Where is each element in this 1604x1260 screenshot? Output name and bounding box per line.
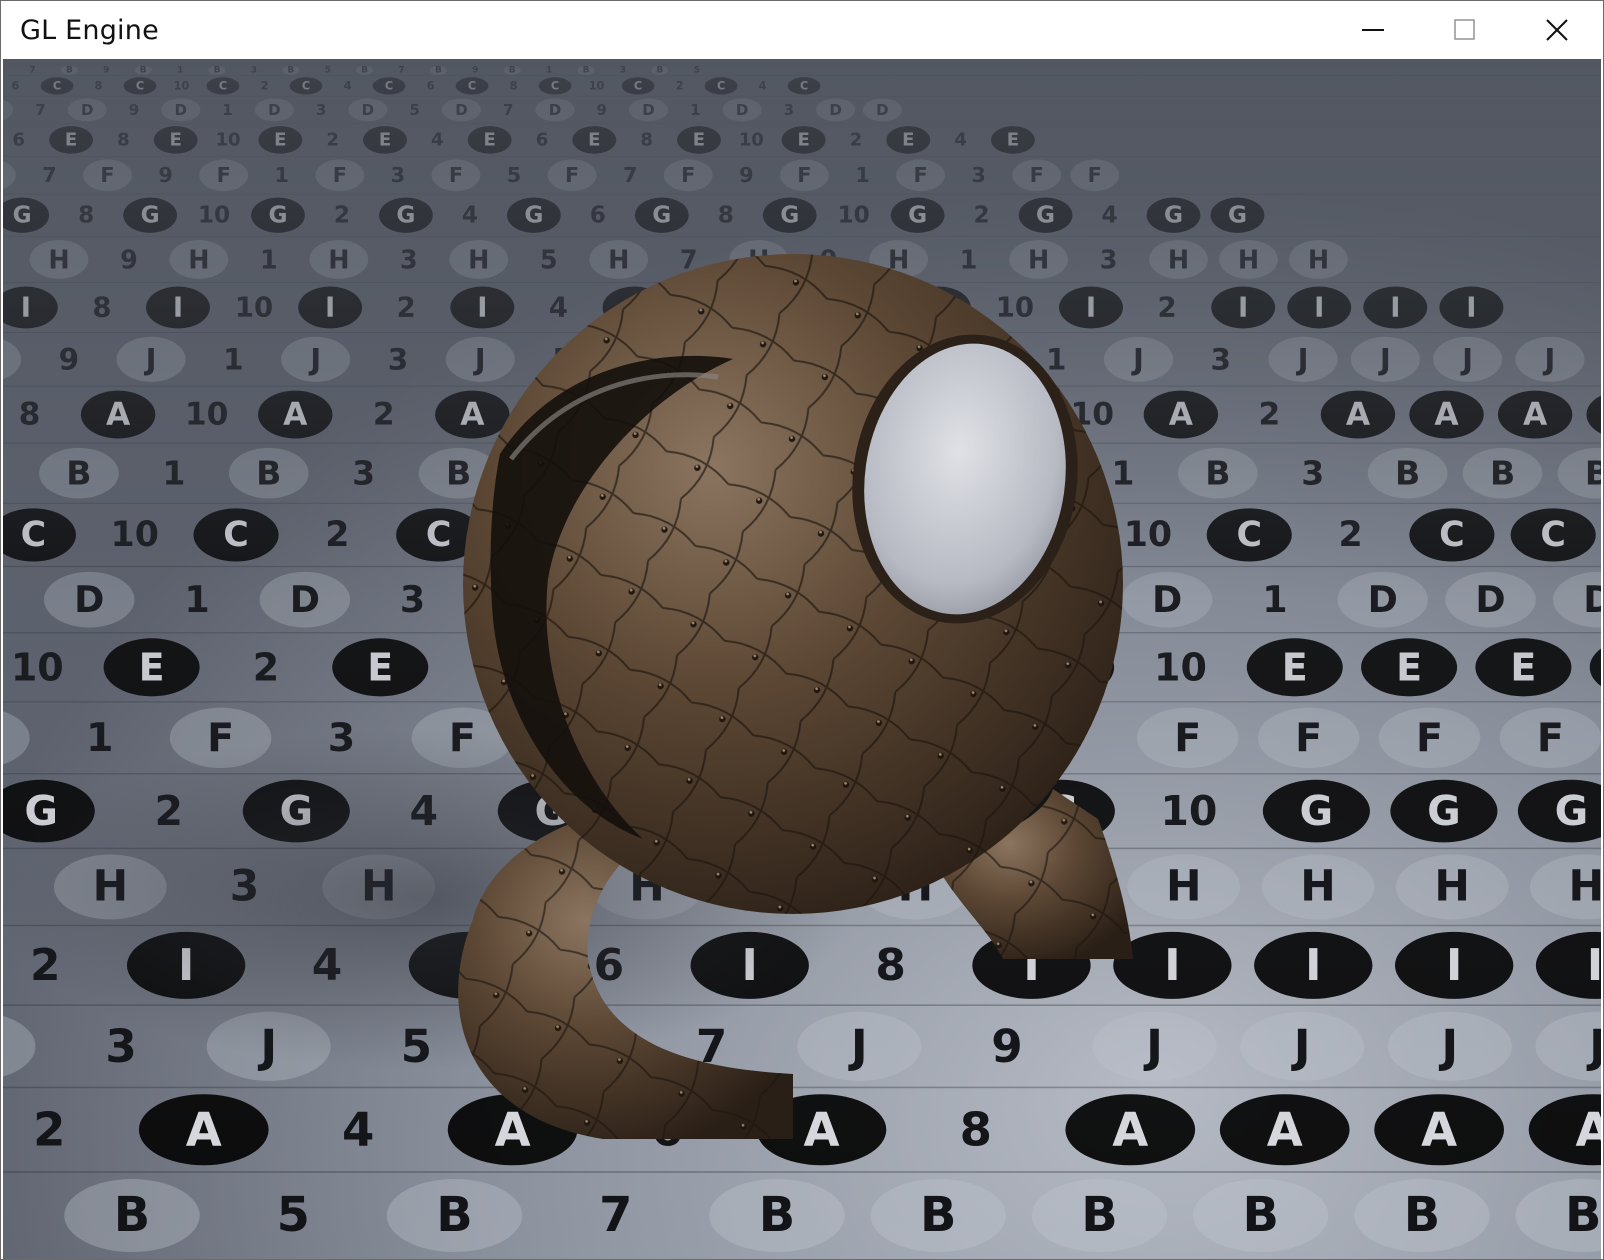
- close-button[interactable]: [1511, 1, 1603, 59]
- maximize-button[interactable]: [1419, 1, 1511, 59]
- app-window: GL Engine: [0, 0, 1604, 1260]
- title-bar[interactable]: GL Engine: [1, 1, 1603, 59]
- rendered-scene: 37B9B1B3B5B7B9B1B3B56C8C10C2C4C6C8C10C2C…: [3, 59, 1601, 1259]
- minimize-icon: [1362, 29, 1384, 31]
- maximize-icon: [1454, 19, 1475, 40]
- window-controls: [1327, 1, 1603, 59]
- close-icon: [1546, 19, 1568, 41]
- window-title: GL Engine: [20, 14, 159, 46]
- render-viewport[interactable]: 37B9B1B3B5B7B9B1B3B56C8C10C2C4C6C8C10C2C…: [3, 59, 1601, 1259]
- minimize-button[interactable]: [1327, 1, 1419, 59]
